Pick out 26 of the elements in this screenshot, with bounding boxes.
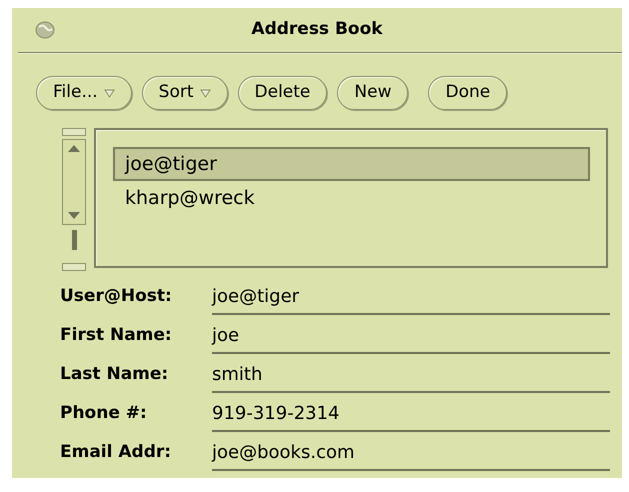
scroll-cable (72, 230, 76, 250)
input-field[interactable]: smith (212, 363, 610, 393)
list-item[interactable]: kharp@wreck (113, 181, 590, 215)
input-field[interactable]: joe (212, 324, 610, 354)
triangle-icon (104, 88, 115, 98)
command-button[interactable]: Delete (238, 76, 328, 110)
input-field[interactable]: 919-319-2314 (212, 402, 610, 432)
field-label: User@Host: (60, 284, 173, 308)
input-field[interactable]: joe@tiger (212, 285, 610, 315)
down-arrow-icon[interactable] (68, 212, 80, 220)
scroll-elevator[interactable] (62, 139, 86, 225)
command-button[interactable]: New (337, 76, 408, 110)
scrollbar-top-cap[interactable] (62, 128, 86, 136)
list-item[interactable]: joe@tiger (113, 147, 590, 181)
field-label: First Name: (60, 324, 173, 346)
window-title: Address Book (251, 18, 383, 42)
field-label: Phone #: (60, 402, 148, 424)
field-label: Last Name: (60, 362, 170, 386)
up-arrow-icon[interactable] (68, 144, 80, 152)
input-field[interactable]: joe@books.com (212, 441, 610, 471)
field-label: Email Addr: (60, 440, 172, 464)
command-button[interactable]: Done (428, 76, 508, 110)
menu-button[interactable]: File... (36, 76, 132, 110)
menu-button[interactable]: Sort (142, 76, 228, 110)
scrollbar-bottom-cap[interactable] (62, 263, 86, 271)
triangle-icon (200, 88, 211, 98)
